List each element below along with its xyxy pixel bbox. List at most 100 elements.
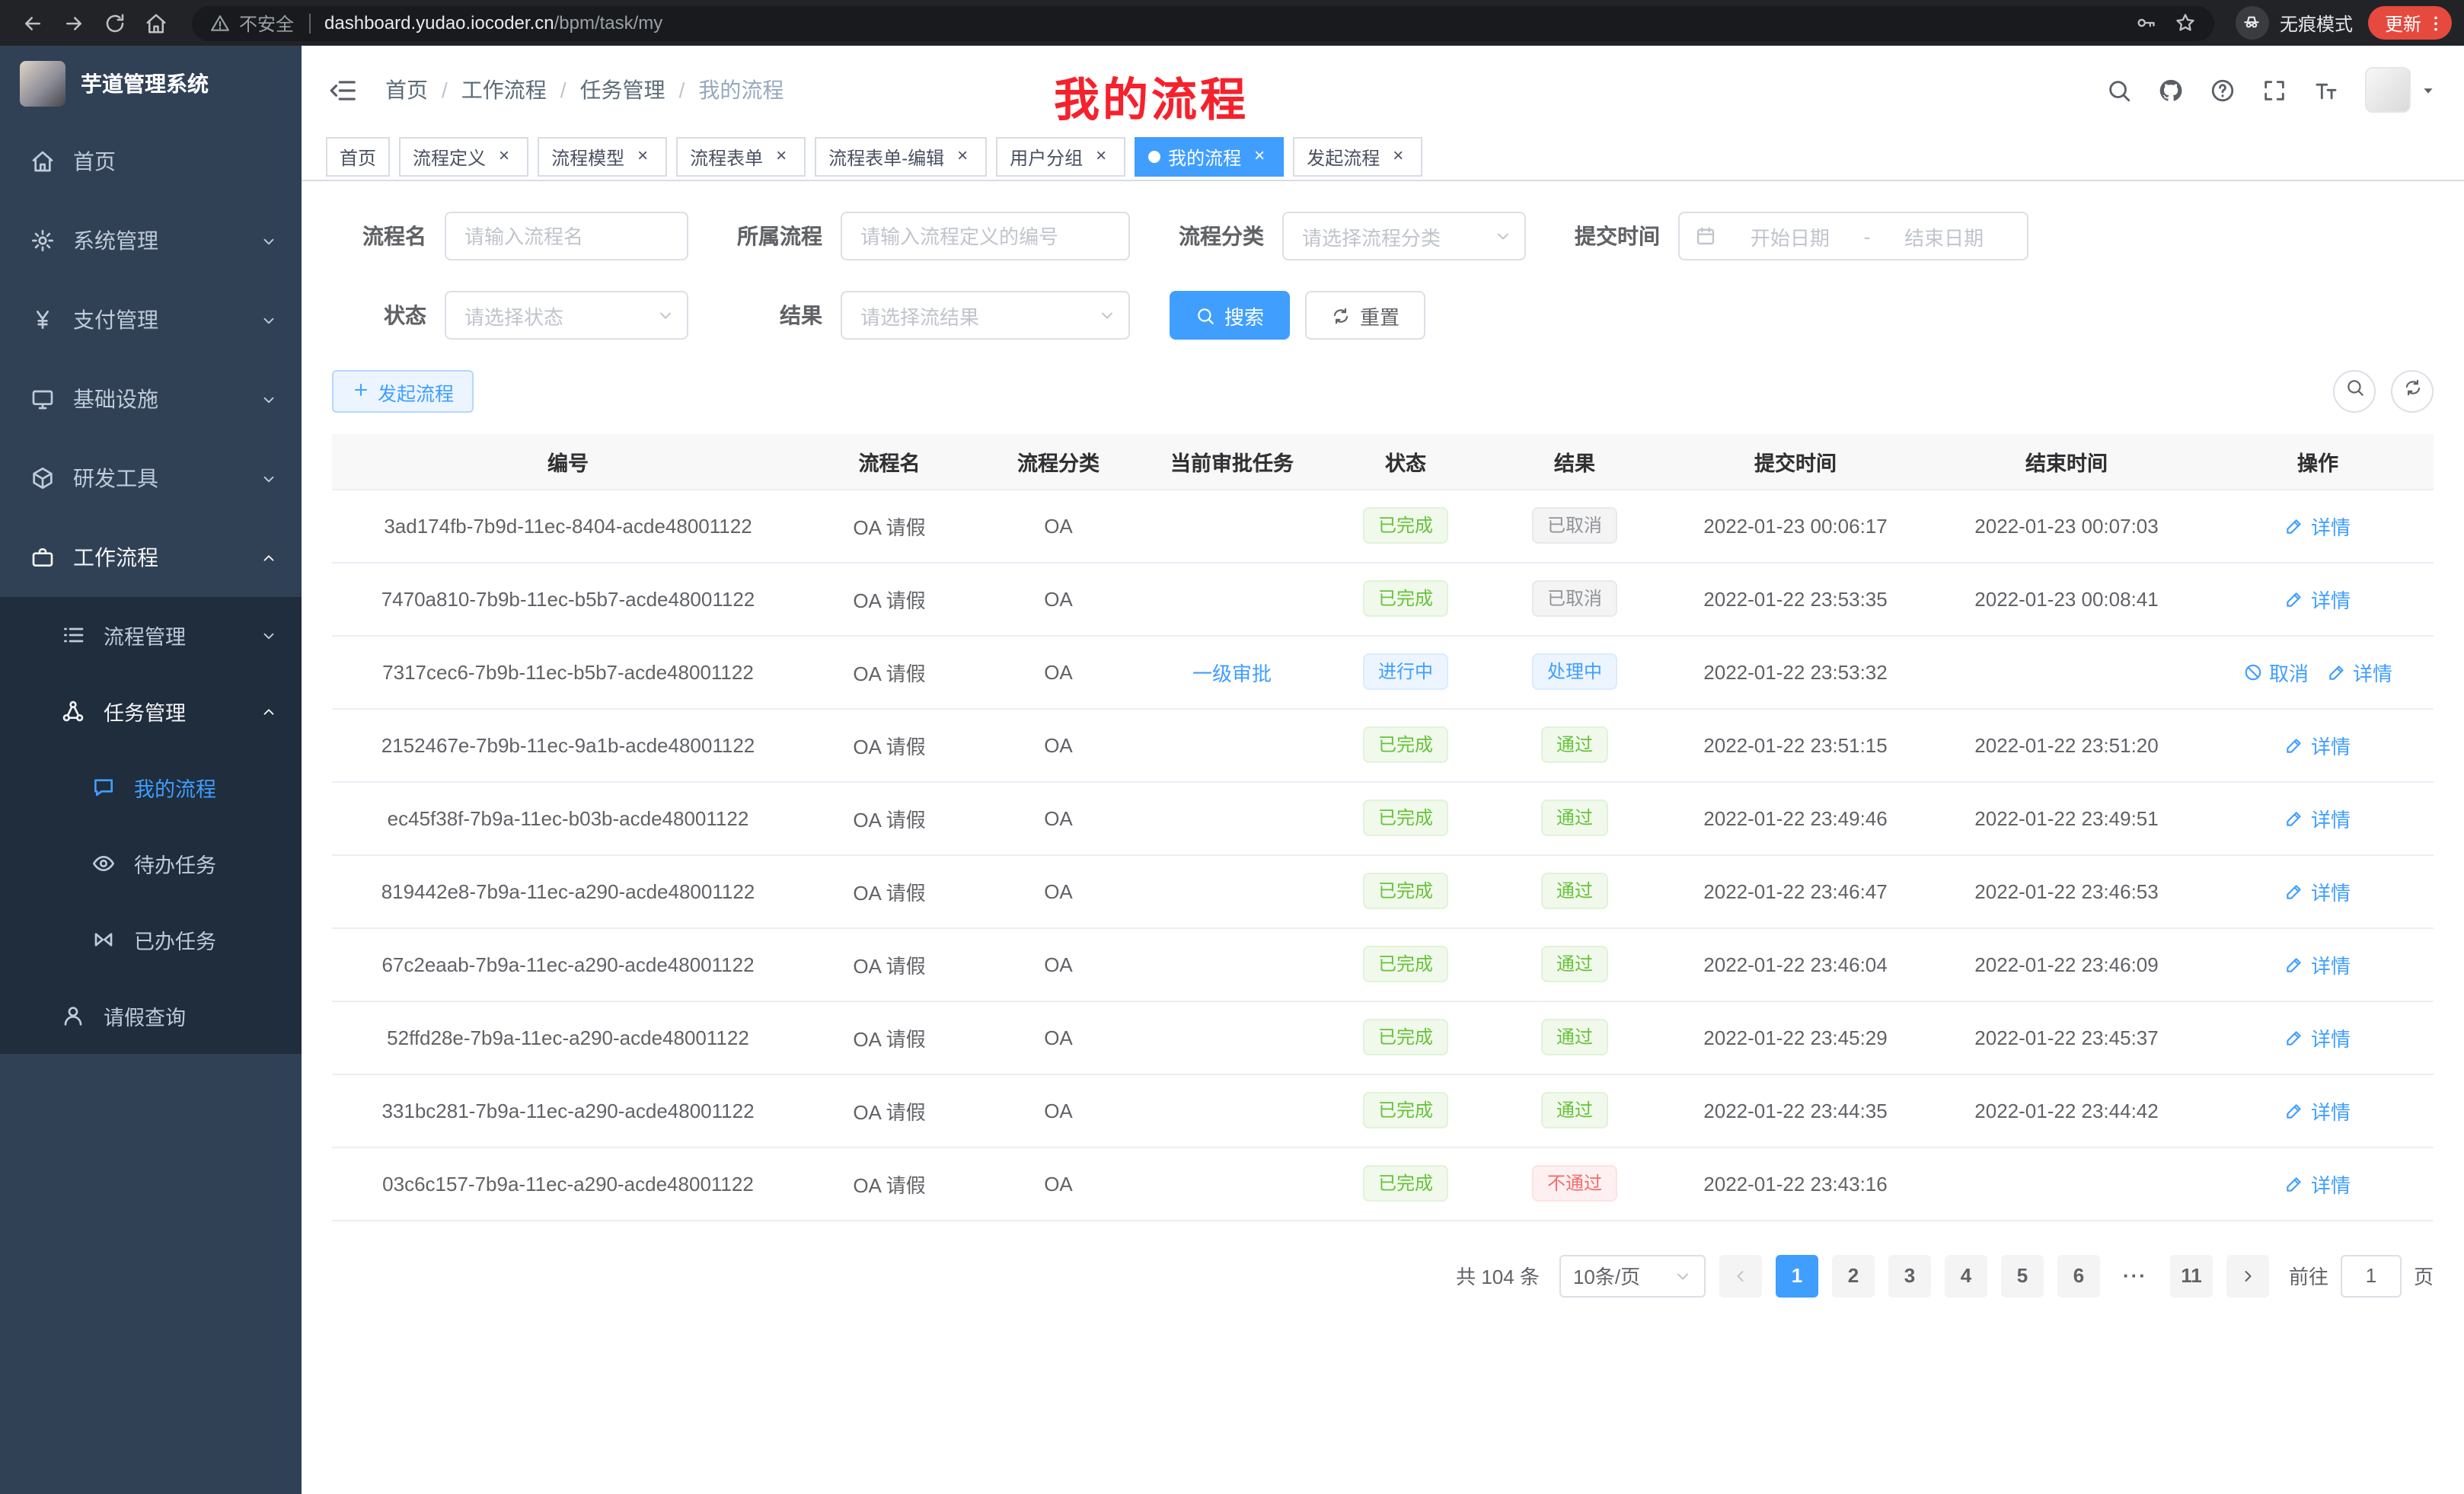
browser-forward-icon[interactable] xyxy=(53,2,94,43)
tab-流程表单-编辑[interactable]: 流程表单-编辑× xyxy=(815,137,987,177)
sidebar-item-done-tasks[interactable]: 已办任务 xyxy=(0,902,302,978)
detail-action-link[interactable]: 详情 xyxy=(2285,803,2351,832)
detail-action-link[interactable]: 详情 xyxy=(2285,1169,2351,1198)
result-select[interactable]: 请选择流结果 xyxy=(841,291,1130,340)
user-menu[interactable] xyxy=(2365,67,2437,113)
cell-current-task xyxy=(1142,927,1322,1001)
browser-reload-icon[interactable] xyxy=(94,2,136,43)
font-size-icon[interactable] xyxy=(2313,77,2339,103)
cell-result: 不通过 xyxy=(1489,1147,1660,1220)
github-icon[interactable] xyxy=(2158,77,2184,103)
app-logo[interactable]: 芋道管理系统 xyxy=(0,46,302,122)
url-domain: dashboard.yudao.iocoder.cn xyxy=(324,12,554,34)
tab-用户分组[interactable]: 用户分组× xyxy=(996,137,1125,177)
category-select[interactable]: 请选择流程分类 xyxy=(1282,212,1526,260)
detail-action-link[interactable]: 详情 xyxy=(2285,950,2351,978)
current-task-link[interactable]: 一级审批 xyxy=(1192,657,1272,686)
date-range-picker[interactable]: 开始日期 - 结束日期 xyxy=(1678,212,2028,260)
status-badge: 已完成 xyxy=(1363,1092,1448,1128)
prev-page-button[interactable] xyxy=(1719,1254,1762,1297)
definition-input[interactable] xyxy=(841,212,1130,260)
page-button-5[interactable]: 5 xyxy=(2001,1254,2044,1297)
edit-icon xyxy=(2285,954,2305,974)
detail-action-link[interactable]: 详情 xyxy=(2327,657,2392,686)
sidebar-item-system[interactable]: 系统管理 xyxy=(0,201,302,280)
next-page-button[interactable] xyxy=(2226,1254,2269,1297)
tab-close-icon[interactable]: × xyxy=(493,146,515,168)
page-button-11[interactable]: 11 xyxy=(2170,1254,2213,1297)
tab-我的流程[interactable]: 我的流程× xyxy=(1135,137,1284,177)
detail-action-link[interactable]: 详情 xyxy=(2285,1096,2351,1125)
cell-id: 7317cec6-7b9b-11ec-b5b7-acde48001122 xyxy=(332,635,804,708)
page-button-3[interactable]: 3 xyxy=(1888,1254,1931,1297)
tab-首页[interactable]: 首页 xyxy=(326,137,390,177)
sidebar-item-task-mgmt[interactable]: 任务管理 xyxy=(0,673,302,749)
bookmark-star-icon[interactable] xyxy=(2175,12,2196,34)
detail-action-link[interactable]: 详情 xyxy=(2285,730,2351,759)
sidebar-item-leave-query[interactable]: 请假查询 xyxy=(0,978,302,1054)
cell-submit-time: 2022-01-22 23:53:32 xyxy=(1660,635,1931,708)
tab-流程模型[interactable]: 流程模型× xyxy=(538,137,667,177)
sidebar-item-infrastructure[interactable]: 基础设施 xyxy=(0,359,302,439)
sidebar-item-payment[interactable]: 支付管理 xyxy=(0,280,302,359)
sidebar-item-home[interactable]: 首页 xyxy=(0,122,302,201)
cell-id: 52ffd28e-7b9a-11ec-a290-acde48001122 xyxy=(332,1001,804,1074)
jump-page-input[interactable] xyxy=(2341,1254,2402,1297)
refresh-table-button[interactable] xyxy=(2391,370,2434,413)
tab-close-icon[interactable]: × xyxy=(1249,146,1270,168)
filter-category: 流程分类 请选择流程分类 xyxy=(1170,212,1526,260)
toggle-search-button[interactable] xyxy=(2333,370,2376,413)
name-input[interactable] xyxy=(445,212,688,260)
collapse-menu-icon[interactable] xyxy=(329,75,358,104)
browser-home-icon[interactable] xyxy=(136,2,177,43)
cancel-action-link[interactable]: 取消 xyxy=(2243,657,2309,686)
search-icon[interactable] xyxy=(2106,77,2132,103)
detail-action-link[interactable]: 详情 xyxy=(2285,511,2351,540)
detail-action-label: 详情 xyxy=(2311,803,2351,832)
tab-流程表单[interactable]: 流程表单 × xyxy=(676,137,806,177)
search-button[interactable]: 搜索 xyxy=(1170,291,1290,340)
page-button-4[interactable]: 4 xyxy=(1945,1254,1987,1297)
sidebar-item-process-mgmt[interactable]: 流程管理 xyxy=(0,597,302,673)
edit-icon xyxy=(2285,735,2305,755)
security-warning-label: 不安全 xyxy=(239,10,294,36)
tab-流程定义[interactable]: 流程定义× xyxy=(399,137,528,177)
tab-close-icon[interactable]: × xyxy=(952,146,973,168)
page-button-1[interactable]: 1 xyxy=(1776,1254,1818,1297)
address-bar[interactable]: 不安全 dashboard.yudao.iocoder.cn/bpm/task/… xyxy=(192,5,2214,40)
detail-action-link[interactable]: 详情 xyxy=(2285,1023,2351,1052)
browser-back-icon[interactable] xyxy=(12,2,53,43)
tab-close-icon[interactable]: × xyxy=(1387,146,1409,168)
sidebar: 芋道管理系统 首页系统管理支付管理基础设施研发工具工作流程流程管理任务管理我的流… xyxy=(0,46,302,1494)
sidebar-item-todo-tasks[interactable]: 待办任务 xyxy=(0,825,302,902)
tab-close-icon[interactable]: × xyxy=(1090,146,1112,168)
browser-menu-icon[interactable] xyxy=(2426,13,2446,33)
sidebar-item-my-process[interactable]: 我的流程 xyxy=(0,749,302,825)
table-row: 67c2eaab-7b9a-11ec-a290-acde48001122OA 请… xyxy=(332,927,2434,1001)
breadcrumb-item[interactable]: 任务管理 xyxy=(580,75,665,105)
status-select[interactable]: 请选择状态 xyxy=(445,291,688,340)
status-badge: 进行中 xyxy=(1363,653,1448,690)
sidebar-item-workflow[interactable]: 工作流程 xyxy=(0,518,302,597)
status-badge: 已完成 xyxy=(1363,946,1448,982)
more-pages-ellipsis[interactable]: ··· xyxy=(2114,1254,2156,1297)
reset-button[interactable]: 重置 xyxy=(1305,291,1425,340)
detail-action-link[interactable]: 详情 xyxy=(2285,584,2351,613)
tab-label: 流程表单 xyxy=(690,144,763,170)
fullscreen-icon[interactable] xyxy=(2261,77,2287,103)
page-button-2[interactable]: 2 xyxy=(1832,1254,1875,1297)
detail-action-link[interactable]: 详情 xyxy=(2285,876,2351,905)
help-icon[interactable] xyxy=(2210,77,2236,103)
browser-update-button[interactable]: 更新 xyxy=(2368,6,2452,40)
sidebar-item-devtools[interactable]: 研发工具 xyxy=(0,439,302,518)
edit-icon xyxy=(2285,808,2305,828)
breadcrumb-item[interactable]: 首页 xyxy=(385,75,428,105)
tab-close-icon[interactable]: × xyxy=(771,146,792,168)
tab-发起流程[interactable]: 发起流程× xyxy=(1293,137,1422,177)
create-process-button[interactable]: 发起流程 xyxy=(332,370,474,413)
breadcrumb-item[interactable]: 工作流程 xyxy=(461,75,547,105)
tab-close-icon[interactable]: × xyxy=(632,146,653,168)
password-key-icon[interactable] xyxy=(2135,12,2156,34)
page-button-6[interactable]: 6 xyxy=(2057,1254,2100,1297)
page-size-select[interactable]: 10条/页 xyxy=(1559,1254,1706,1297)
